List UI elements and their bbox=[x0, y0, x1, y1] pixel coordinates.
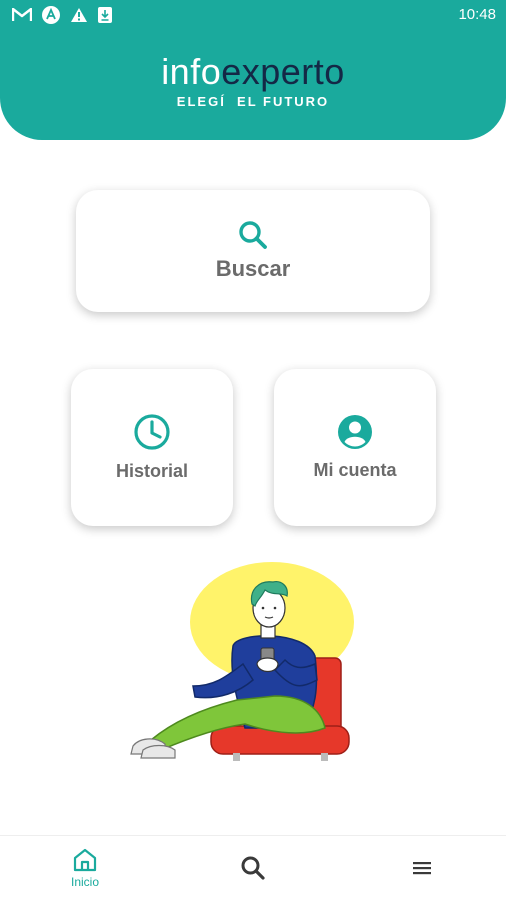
clock-icon bbox=[134, 414, 170, 450]
warning-icon bbox=[71, 8, 87, 22]
bottom-nav: Inicio bbox=[0, 835, 506, 900]
search-card-label: Buscar bbox=[215, 256, 291, 281]
brand-name-experto: experto bbox=[221, 51, 345, 92]
brand-name: infoexperto bbox=[0, 52, 506, 92]
status-bar: 10:48 bbox=[0, 0, 506, 30]
search-icon bbox=[241, 856, 265, 880]
nav-menu[interactable] bbox=[392, 836, 452, 900]
brand-logo: infoexperto ELEGÍ EL FUTURO bbox=[0, 52, 506, 110]
account-card-label: Mi cuenta bbox=[313, 460, 397, 480]
app-header: 10:48 infoexperto ELEGÍ EL FUTURO bbox=[0, 0, 506, 140]
status-time: 10:48 bbox=[458, 6, 496, 23]
gmail-icon bbox=[12, 8, 32, 21]
nav-home[interactable]: Inicio bbox=[55, 836, 115, 900]
brand-tagline: ELEGÍ EL FUTURO bbox=[176, 94, 330, 109]
nav-home-label: Inicio bbox=[70, 875, 99, 889]
account-card[interactable]: Mi cuenta bbox=[274, 369, 436, 526]
nav-search[interactable] bbox=[223, 836, 283, 900]
person-on-chair-illustration bbox=[130, 562, 354, 761]
history-card-label: Historial bbox=[115, 461, 189, 481]
home-icon bbox=[73, 848, 97, 872]
menu-icon bbox=[413, 862, 431, 875]
brand-name-info: info bbox=[161, 51, 222, 92]
search-icon bbox=[239, 221, 267, 249]
search-card[interactable]: Buscar bbox=[76, 190, 430, 312]
account-icon bbox=[338, 415, 372, 449]
history-card[interactable]: Historial bbox=[71, 369, 233, 526]
download-icon bbox=[98, 7, 112, 23]
app-a-icon bbox=[42, 6, 60, 24]
status-icons bbox=[12, 6, 112, 24]
